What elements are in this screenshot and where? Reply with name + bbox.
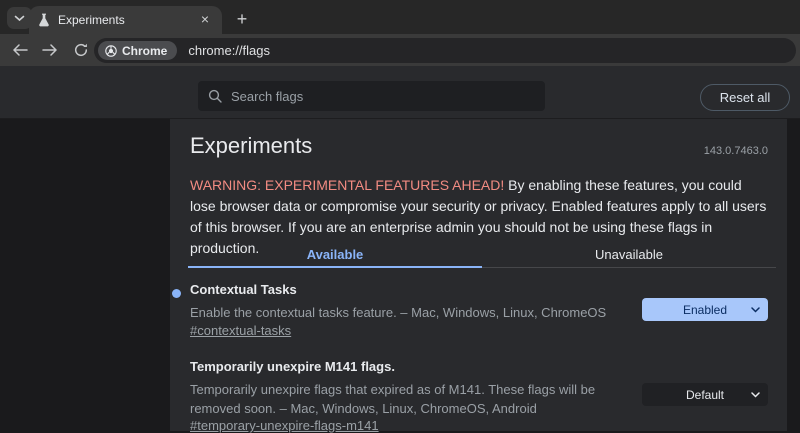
- chrome-logo-icon: [105, 45, 117, 57]
- flag-value: Enabled: [683, 303, 727, 317]
- modified-flag-dot: [172, 289, 181, 298]
- flags-container: Experiments 143.0.7463.0 WARNING: EXPERI…: [170, 119, 787, 431]
- search-input[interactable]: [231, 89, 535, 104]
- reset-all-button[interactable]: Reset all: [700, 84, 790, 111]
- reload-button[interactable]: [71, 40, 91, 60]
- version-label: 143.0.7463.0: [704, 145, 768, 157]
- tab-strip: Experiments × +: [0, 0, 800, 34]
- url-text: chrome://flags: [188, 43, 270, 58]
- forward-button[interactable]: [40, 40, 60, 60]
- close-icon[interactable]: ×: [197, 12, 213, 28]
- warning-prefix: WARNING: EXPERIMENTAL FEATURES AHEAD!: [190, 177, 504, 193]
- back-icon: [12, 44, 28, 56]
- flag-value-select[interactable]: Enabled: [642, 298, 768, 321]
- flag-value-select[interactable]: Default: [642, 383, 768, 406]
- page-background: Experiments 143.0.7463.0 WARNING: EXPERI…: [0, 119, 800, 431]
- tab-available[interactable]: Available: [188, 243, 482, 268]
- tab-unavailable[interactable]: Unavailable: [482, 243, 776, 268]
- flag-description: Enable the contextual tasks feature. – M…: [190, 303, 637, 322]
- flask-icon: [38, 13, 50, 27]
- chevron-down-icon: [751, 307, 760, 313]
- new-tab-button[interactable]: +: [230, 8, 254, 32]
- search-icon: [208, 89, 222, 103]
- chrome-chip-label: Chrome: [122, 44, 167, 58]
- flag-value: Default: [686, 388, 724, 402]
- flags-page-header: Reset all: [0, 66, 800, 119]
- flag-name: Temporarily unexpire M141 flags.: [190, 359, 395, 374]
- page-title: Experiments: [190, 133, 312, 159]
- back-button[interactable]: [10, 40, 30, 60]
- search-box[interactable]: [198, 81, 545, 111]
- tab-experiments[interactable]: Experiments ×: [29, 6, 222, 34]
- browser-window: { "browser": { "tab_title": "Experiments…: [0, 0, 800, 431]
- forward-icon: [42, 44, 58, 56]
- flag-description: Temporarily unexpire flags that expired …: [190, 380, 637, 418]
- flag-tabs: Available Unavailable: [188, 243, 776, 268]
- tab-title: Experiments: [58, 13, 189, 27]
- reload-icon: [74, 43, 88, 57]
- chrome-chip[interactable]: Chrome: [98, 41, 177, 60]
- chevron-down-icon: [751, 392, 760, 398]
- chevron-down-icon: [14, 15, 25, 22]
- flag-name: Contextual Tasks: [190, 282, 297, 297]
- flag-permalink[interactable]: #contextual-tasks: [190, 323, 291, 338]
- address-bar[interactable]: Chrome chrome://flags: [94, 38, 796, 63]
